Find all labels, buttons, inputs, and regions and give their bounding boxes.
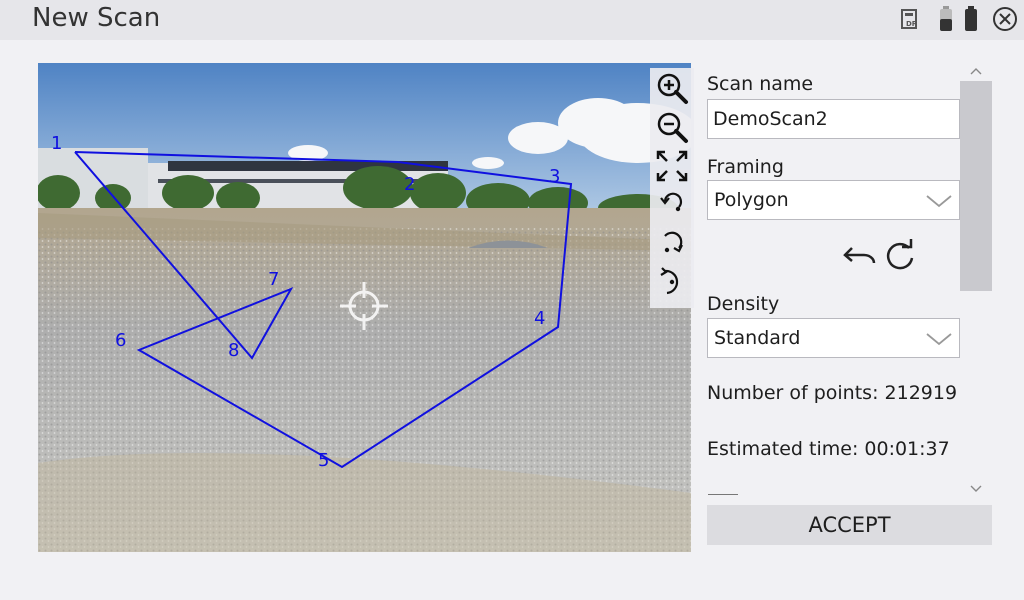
rotate-right-button[interactable] xyxy=(654,225,690,261)
framing-select[interactable]: Polygon xyxy=(707,180,960,220)
polygon-point-label[interactable]: 8 xyxy=(228,340,239,361)
rotate-right-icon xyxy=(664,231,683,253)
scroll-thumb[interactable] xyxy=(960,81,992,291)
estimated-time: Estimated time: 00:01:37 xyxy=(707,438,950,460)
polygon-point-label[interactable]: 6 xyxy=(115,330,126,351)
camera-viewport[interactable]: 1 2 3 4 5 6 7 8 xyxy=(38,63,691,552)
rotate-left-button[interactable] xyxy=(654,186,690,222)
viewport-toolbar xyxy=(650,68,694,308)
density-selected-value: Standard xyxy=(714,327,801,349)
density-select[interactable]: Standard xyxy=(707,318,960,358)
polygon-point-label[interactable]: 3 xyxy=(549,166,560,187)
rotate-reset-icon xyxy=(660,267,679,295)
dr-report-icon[interactable]: DR xyxy=(900,8,920,30)
redo-rotate-icon[interactable] xyxy=(883,238,917,272)
chevron-down-icon xyxy=(926,195,952,208)
divider xyxy=(708,494,738,495)
chevron-down-icon xyxy=(926,333,952,346)
points-count: Number of points: 212919 xyxy=(707,382,958,404)
panel-scrollbar[interactable] xyxy=(960,63,992,497)
rotate-left-icon xyxy=(660,192,682,212)
scan-name-field[interactable] xyxy=(707,99,960,139)
polygon-point-label[interactable]: 4 xyxy=(534,308,545,329)
page-title: New Scan xyxy=(32,3,161,33)
fit-extent-icon xyxy=(656,150,688,182)
polygon-point-label[interactable]: 7 xyxy=(268,269,279,290)
zoom-out-icon xyxy=(657,112,688,143)
framing-label: Framing xyxy=(707,156,784,178)
svg-text:DR: DR xyxy=(906,20,918,28)
framing-selected-value: Polygon xyxy=(714,189,789,211)
rotate-reset-button[interactable] xyxy=(654,264,690,300)
battery-icon xyxy=(965,6,977,31)
close-icon[interactable] xyxy=(992,6,1018,32)
polygon-point-label[interactable]: 5 xyxy=(318,450,329,471)
fit-extent-button[interactable] xyxy=(654,148,690,184)
battery-icon xyxy=(940,6,952,31)
chevron-up-icon[interactable] xyxy=(970,67,982,75)
undo-rotate-icon[interactable] xyxy=(842,244,878,270)
zoom-out-button[interactable] xyxy=(654,109,690,145)
chevron-down-icon[interactable] xyxy=(970,485,982,493)
polygon-point-label[interactable]: 2 xyxy=(404,174,415,195)
polygon-point-label[interactable]: 1 xyxy=(51,133,62,154)
accept-button[interactable]: ACCEPT xyxy=(707,505,992,545)
zoom-in-icon xyxy=(657,73,688,104)
density-label: Density xyxy=(707,293,780,315)
scan-name-label: Scan name xyxy=(707,73,814,95)
title-bar: New Scan DR xyxy=(0,0,1024,40)
zoom-in-button[interactable] xyxy=(654,70,690,106)
